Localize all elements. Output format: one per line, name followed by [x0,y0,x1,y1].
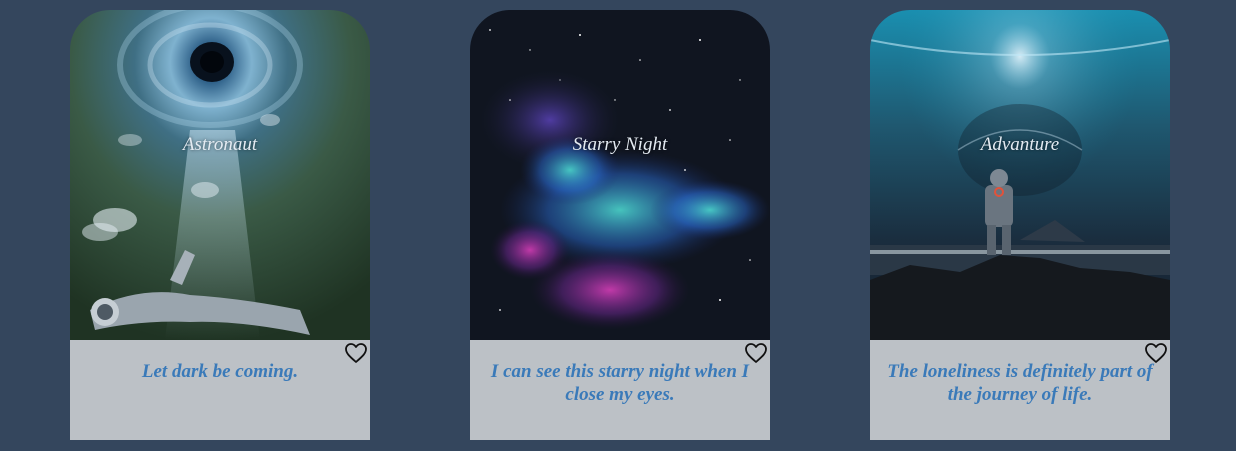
card-body: I can see this starry night when I close… [470,340,770,440]
advanture-image [870,10,1170,340]
card-advanture: Advanture The loneliness is definitely p… [870,10,1170,440]
card-image-advanture: Advanture [870,10,1170,340]
card-title: Astronaut [182,134,258,155]
card-astronaut: Astronaut Let dark be coming. [70,10,370,440]
card-image-starry-night: Starry Night [470,10,770,340]
astronaut-image [70,10,370,340]
card-body: The loneliness is definitely part of the… [870,340,1170,440]
starry-night-image [470,10,770,340]
card-title: Starry Night [572,134,668,155]
card-quote: I can see this starry night when I close… [490,361,750,405]
card-title: Advanture [980,134,1060,155]
card-quote: The loneliness is definitely part of the… [887,361,1153,405]
card-image-astronaut: Astronaut [70,10,370,340]
card-quote: Let dark be coming. [141,361,299,382]
card-starry-night: Starry Night I can see this starry night… [470,10,770,440]
card-body: Let dark be coming. [70,340,370,440]
